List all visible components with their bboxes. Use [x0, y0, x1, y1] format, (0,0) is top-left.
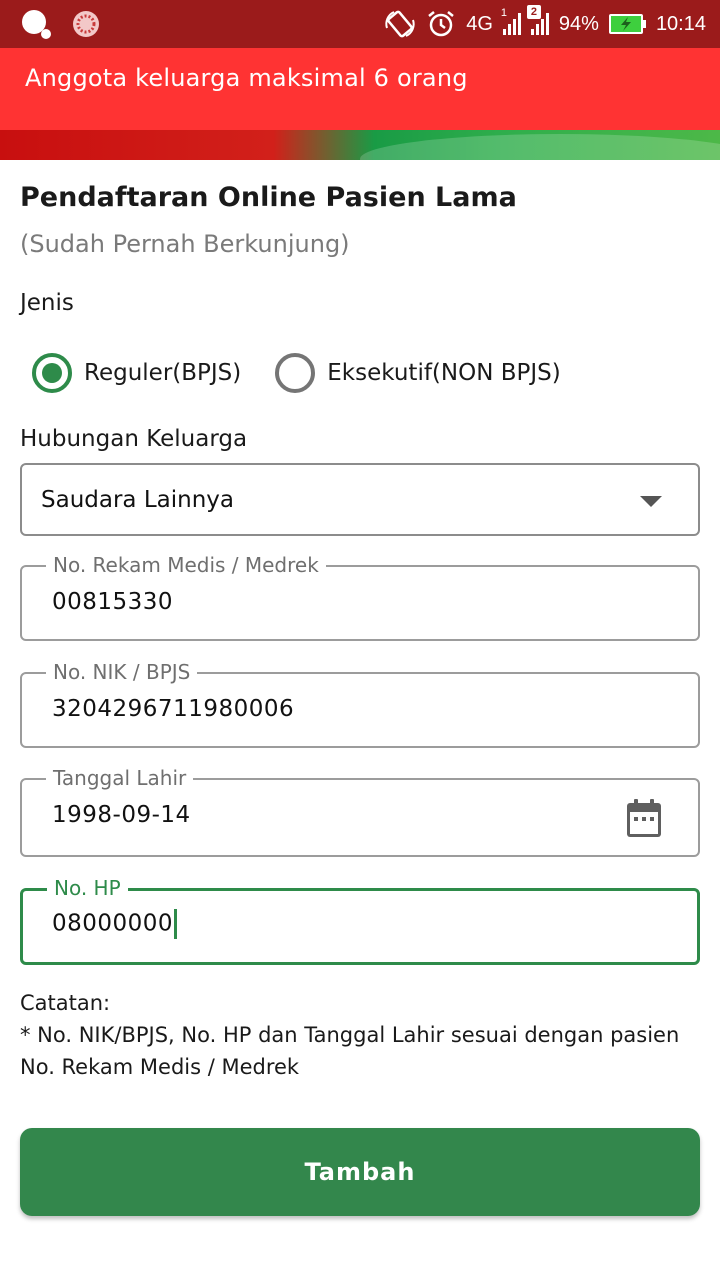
note-line-2: No. Rekam Medis / Medrek — [20, 1055, 300, 1079]
header-banner-image — [0, 130, 720, 160]
radio-button-unchecked[interactable] — [275, 353, 316, 393]
hubungan-keluarga-value: Saudara Lainnya — [41, 487, 234, 513]
clock: 10:14 — [655, 12, 706, 35]
tambah-button[interactable]: Tambah — [20, 1128, 700, 1216]
page-title: Pendaftaran Online Pasien Lama — [20, 182, 517, 213]
medrek-field[interactable]: No. Rekam Medis / Medrek 00815330 — [20, 552, 700, 641]
medrek-field-value: 00815330 — [52, 589, 174, 615]
note-line-1: * No. NIK/BPJS, No. HP dan Tanggal Lahir… — [20, 1023, 680, 1047]
app-logo-icon — [73, 11, 99, 37]
tanggal-lahir-field-label: Tanggal Lahir — [46, 765, 194, 791]
sim2-label: 2 — [526, 5, 541, 19]
sim1-label: 1 — [500, 7, 508, 19]
alert-banner: Anggota keluarga maksimal 6 orang — [0, 48, 720, 130]
no-hp-field-label: No. HP — [47, 875, 128, 901]
tanggal-lahir-field-value: 1998-09-14 — [52, 802, 191, 828]
battery-percent: 94% — [558, 12, 599, 35]
no-hp-field-value: 08000000 — [52, 910, 174, 937]
hubungan-keluarga-label: Hubungan Keluarga — [20, 426, 248, 452]
page-subtitle: (Sudah Pernah Berkunjung) — [20, 230, 350, 258]
note-section: Catatan: * No. NIK/BPJS, No. HP dan Tang… — [20, 987, 710, 1083]
system-status: 4G 1 2 94% 10:14 — [384, 5, 706, 42]
nik-bpjs-field-label: No. NIK / BPJS — [46, 659, 198, 685]
jenis-label: Jenis — [20, 290, 74, 316]
tanggal-lahir-field[interactable]: Tanggal Lahir 1998-09-14 — [20, 765, 700, 857]
network-type: 4G — [466, 12, 493, 35]
radio-option-eksekutif[interactable]: Eksekutif(NON BPJS) — [275, 353, 561, 393]
status-bar: 4G 1 2 94% 10:14 — [0, 0, 720, 48]
note-title: Catatan: — [20, 991, 111, 1015]
alarm-icon — [428, 11, 454, 37]
battery-charging-icon — [608, 14, 646, 34]
hubungan-keluarga-dropdown[interactable]: Saudara Lainnya — [20, 463, 700, 536]
no-hp-field[interactable]: No. HP 08000000 — [20, 875, 700, 965]
search-notification-icon — [22, 10, 51, 39]
radio-label-eksekutif: Eksekutif(NON BPJS) — [327, 360, 561, 386]
text-cursor — [174, 909, 178, 939]
jenis-radio-group: Reguler(BPJS) Eksekutif(NON BPJS) — [32, 353, 595, 393]
radio-option-reguler[interactable]: Reguler(BPJS) — [32, 353, 241, 393]
no-hp-field-value-wrap: 08000000 — [52, 909, 178, 939]
nik-bpjs-field-value: 3204296711980006 — [52, 696, 295, 722]
alert-message: Anggota keluarga maksimal 6 orang — [25, 64, 468, 92]
medrek-field-label: No. Rekam Medis / Medrek — [46, 552, 326, 578]
signal-sim1-icon: 1 — [501, 7, 521, 35]
nik-bpjs-field[interactable]: No. NIK / BPJS 3204296711980006 — [20, 659, 700, 748]
radio-label-reguler: Reguler(BPJS) — [84, 360, 242, 386]
notification-icons — [20, 8, 100, 40]
signal-sim2-icon: 2 — [526, 5, 549, 35]
calendar-icon[interactable] — [626, 798, 662, 838]
radio-button-checked[interactable] — [32, 353, 72, 393]
rotate-icon — [385, 10, 415, 38]
dropdown-arrow-icon — [640, 496, 662, 507]
